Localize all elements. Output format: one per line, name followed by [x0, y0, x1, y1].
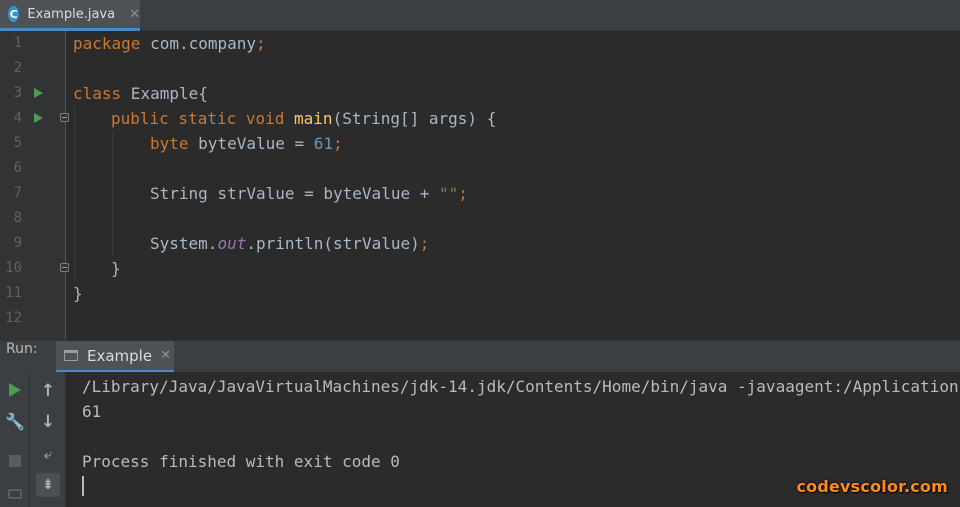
run-panel-title: Run:: [6, 341, 38, 357]
line-number: 8: [13, 210, 22, 226]
close-icon[interactable]: ✕: [160, 348, 171, 363]
line-number: 10: [5, 260, 22, 276]
console-line: /Library/Java/JavaVirtualMachines/jdk-14…: [82, 377, 960, 396]
run-tab-example[interactable]: Example ✕: [56, 341, 174, 373]
code-token: com.company: [140, 34, 257, 53]
arrow-down-icon: ↓: [40, 412, 56, 432]
fold-icon[interactable]: [60, 113, 69, 122]
wrench-icon: 🔧: [5, 411, 25, 431]
method-name: main: [294, 109, 333, 128]
line-number: 12: [5, 310, 22, 326]
rerun-icon: [9, 383, 21, 397]
fold-icon[interactable]: [60, 263, 69, 272]
code-line-9: 9 System.out.println(strValue);: [0, 231, 960, 256]
code-text: public static void main(String[] args) {: [111, 106, 496, 131]
code-token: ;: [458, 184, 468, 203]
code-line-10: 10 }: [0, 256, 960, 281]
line-number: 1: [13, 35, 22, 51]
scroll-to-end-button[interactable]: ⇟: [36, 473, 60, 497]
code-line-3: 3 class Example{: [0, 81, 960, 106]
field-name: out: [217, 234, 247, 253]
java-class-icon: C: [8, 6, 20, 22]
line-number: 11: [5, 285, 22, 301]
close-icon[interactable]: ✕: [129, 7, 140, 22]
code-line-7: 7 String strValue = byteValue + "";: [0, 181, 960, 206]
code-token: ;: [256, 34, 266, 53]
keyword: byte: [150, 134, 189, 153]
code-line-4: 4 public static void main(String[] args)…: [0, 106, 960, 131]
run-method-icon[interactable]: [34, 113, 43, 123]
code-line-11: 11 }: [0, 281, 960, 306]
code-line-6: 6: [0, 156, 960, 181]
code-text: }: [73, 284, 83, 303]
code-token: .println(strValue): [246, 234, 420, 253]
code-text: String strValue = byteValue + "";: [150, 181, 468, 206]
text-caret: [82, 476, 84, 496]
dump-threads-button[interactable]: [3, 482, 27, 506]
line-number: 3: [13, 85, 22, 101]
run-toolbar-secondary: ↑ ↓ ⤶ ⇟: [30, 372, 66, 507]
arrow-up-icon: ↑: [40, 381, 56, 401]
code-token: ;: [419, 234, 430, 253]
keyword: class: [73, 84, 122, 103]
line-number: 9: [13, 235, 22, 251]
stop-icon: [9, 455, 21, 467]
soft-wrap-button[interactable]: ⤶: [36, 442, 60, 466]
code-text: class Example{: [73, 81, 208, 106]
code-line-1: 1 package com.company;: [0, 31, 960, 56]
editor-tab-label: Example.java: [27, 6, 116, 22]
console-icon: [64, 350, 78, 361]
line-number: 5: [13, 135, 22, 151]
run-panel-header: Run: Example ✕: [0, 340, 960, 373]
code-editor[interactable]: 1 package com.company; 2 3 class Example…: [0, 31, 960, 340]
line-number: 2: [13, 60, 22, 76]
code-text: package com.company;: [73, 31, 266, 56]
code-text: }: [111, 259, 121, 278]
settings-button[interactable]: 🔧: [3, 409, 27, 433]
run-class-icon[interactable]: [34, 88, 43, 98]
code-token: System.: [150, 234, 218, 253]
soft-wrap-icon: ⤶: [43, 445, 53, 463]
code-line-5: 5 byte byteValue = 61;: [0, 131, 960, 156]
number-literal: 61: [313, 134, 334, 153]
run-toolbar-primary: 🔧: [0, 372, 30, 507]
console-line: 61: [82, 402, 102, 421]
scroll-up-button[interactable]: ↑: [36, 379, 60, 403]
line-number: 4: [13, 110, 22, 126]
editor-tab-bar: C Example.java ✕: [0, 0, 960, 31]
code-text: byte byteValue = 61;: [150, 131, 343, 156]
code-line-2: 2: [0, 56, 960, 81]
string-literal: "": [438, 184, 459, 203]
run-tab-label: Example: [87, 346, 153, 365]
keyword: package: [73, 34, 141, 53]
stop-button[interactable]: [3, 449, 27, 473]
code-token: ;: [333, 134, 343, 153]
editor-tab-example-java[interactable]: C Example.java ✕: [0, 0, 140, 31]
keyword: public static void: [111, 109, 285, 128]
line-number: 7: [13, 185, 22, 201]
console-line: Process finished with exit code 0: [82, 452, 400, 471]
code-token: String strValue = byteValue +: [150, 184, 439, 203]
rerun-button[interactable]: [3, 378, 27, 402]
line-number: 6: [13, 160, 22, 176]
camera-icon: [8, 489, 22, 499]
scroll-to-end-icon: ⇟: [36, 473, 60, 497]
code-line-8: 8: [0, 206, 960, 231]
code-token: (String[] args) {: [332, 109, 497, 128]
code-token: Example{: [121, 84, 208, 103]
code-token: byteValue =: [188, 134, 314, 153]
code-line-12: 12: [0, 306, 960, 331]
scroll-down-button[interactable]: ↓: [36, 410, 60, 434]
watermark: codevscolor.com: [796, 477, 948, 496]
code-text: System.out.println(strValue);: [150, 231, 429, 256]
